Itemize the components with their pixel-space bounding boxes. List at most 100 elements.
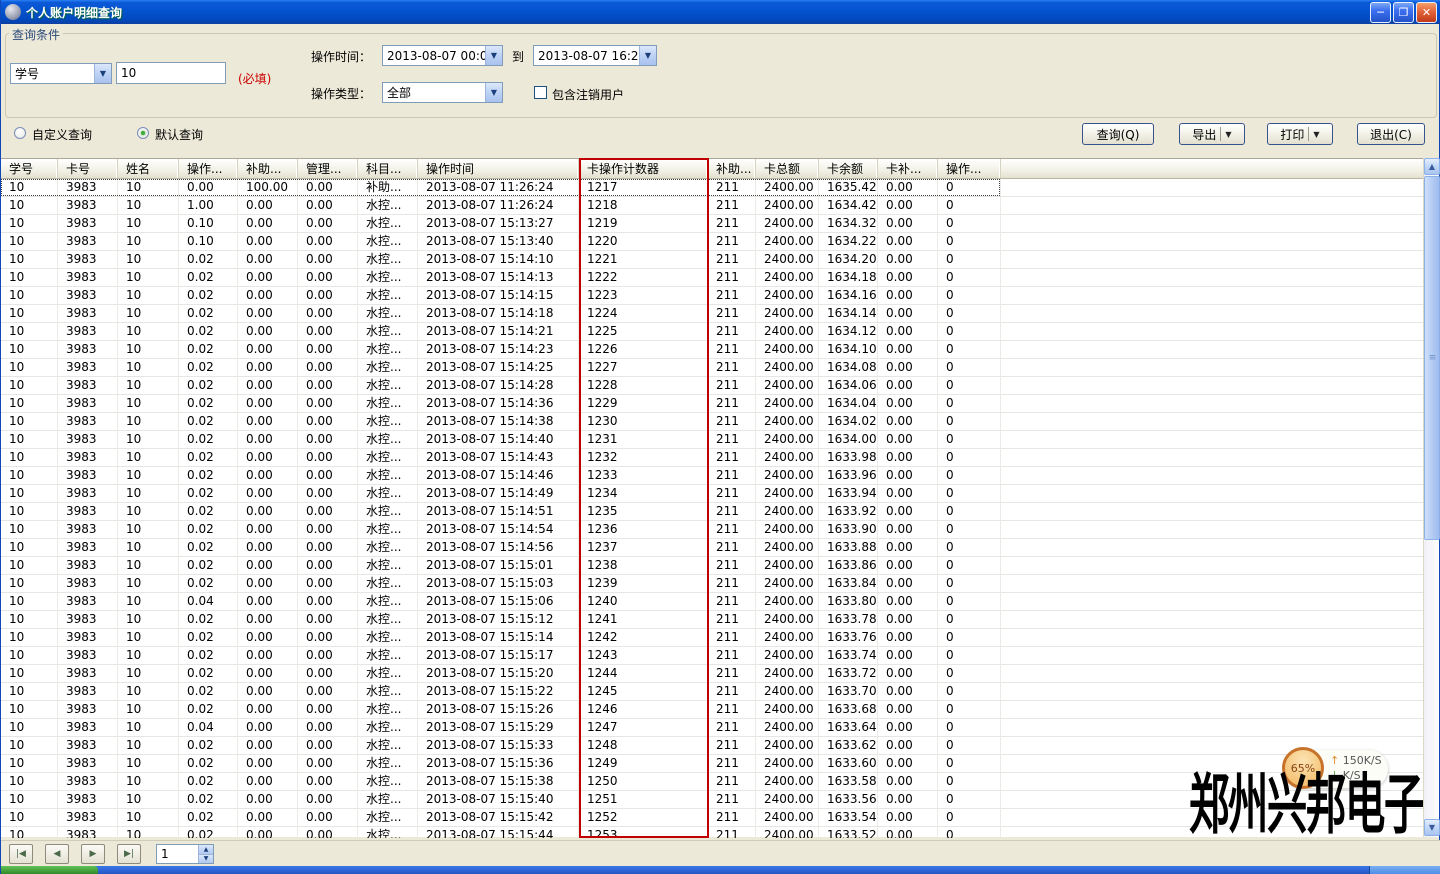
table-row[interactable]: 103983100.020.000.00水控...2013-08-07 15:1… (1, 503, 1425, 521)
table-cell: 1238 (579, 557, 708, 575)
table-cell: 3983 (58, 773, 118, 791)
column-header[interactable]: 操作... (179, 159, 238, 178)
prev-page-button[interactable]: ◀ (45, 844, 69, 864)
column-header[interactable]: 卡总额 (756, 159, 819, 178)
chevron-down-icon[interactable]: ▼ (485, 46, 502, 65)
table-row[interactable]: 103983100.020.000.00水控...2013-08-07 15:1… (1, 701, 1425, 719)
column-header[interactable]: 学号 (1, 159, 58, 178)
page-spinner[interactable]: 1 ▲ ▼ (156, 844, 214, 864)
restore-button[interactable]: ❐ (1393, 2, 1414, 23)
print-button[interactable]: 打印 ▼ (1267, 123, 1333, 145)
table-row[interactable]: 103983100.020.000.00水控...2013-08-07 15:1… (1, 305, 1425, 323)
spin-down-icon[interactable]: ▼ (199, 855, 213, 864)
table-row[interactable]: 103983100.020.000.00水控...2013-08-07 15:1… (1, 665, 1425, 683)
scroll-down-button[interactable]: ▼ (1424, 819, 1440, 836)
table-cell: 0.02 (179, 467, 238, 485)
table-row[interactable]: 103983100.020.000.00水控...2013-08-07 15:1… (1, 647, 1425, 665)
column-header[interactable]: 管理... (298, 159, 358, 178)
table-row[interactable]: 103983100.020.000.00水控...2013-08-07 15:1… (1, 287, 1425, 305)
first-page-button[interactable]: |◀ (9, 844, 33, 864)
chevron-down-icon[interactable]: ▼ (485, 83, 502, 102)
column-header[interactable]: 卡操作计数器 (579, 159, 708, 178)
table-row[interactable]: 103983100.020.000.00水控...2013-08-07 15:1… (1, 683, 1425, 701)
spin-up-icon[interactable]: ▲ (199, 845, 213, 855)
chevron-down-icon[interactable]: ▼ (1313, 130, 1319, 139)
exit-button[interactable]: 退出(C) (1357, 123, 1425, 145)
table-row[interactable]: 103983100.020.000.00水控...2013-08-07 15:1… (1, 377, 1425, 395)
type-combobox[interactable]: 全部 ▼ (382, 82, 503, 103)
column-header[interactable]: 卡号 (58, 159, 118, 178)
table-row[interactable]: 103983100.020.000.00水控...2013-08-07 15:1… (1, 485, 1425, 503)
table-row[interactable]: 103983100.100.000.00水控...2013-08-07 15:1… (1, 233, 1425, 251)
time-from-picker[interactable]: 2013-08-07 00:00 ▼ (382, 45, 503, 66)
column-header-filler (1001, 159, 1425, 178)
column-header[interactable]: 科目... (358, 159, 418, 178)
table-row[interactable]: 103983100.020.000.00水控...2013-08-07 15:1… (1, 341, 1425, 359)
column-header[interactable]: 姓名 (118, 159, 179, 178)
table-row[interactable]: 103983100.020.000.00水控...2013-08-07 15:1… (1, 791, 1425, 809)
table-row[interactable]: 103983100.020.000.00水控...2013-08-07 15:1… (1, 737, 1425, 755)
table-row[interactable]: 103983100.020.000.00水控...2013-08-07 15:1… (1, 827, 1425, 838)
column-header[interactable]: 卡余额 (819, 159, 878, 178)
table-row[interactable]: 103983100.020.000.00水控...2013-08-07 15:1… (1, 755, 1425, 773)
table-cell: 1241 (579, 611, 708, 629)
table-row[interactable]: 103983100.020.000.00水控...2013-08-07 15:1… (1, 359, 1425, 377)
table-cell: 1251 (579, 791, 708, 809)
table-cell: 10 (1, 395, 58, 413)
minimize-button[interactable]: ─ (1370, 2, 1391, 23)
column-header[interactable]: 补助... (708, 159, 756, 178)
chevron-down-icon[interactable]: ▼ (94, 64, 111, 83)
table-row[interactable]: 103983100.020.000.00水控...2013-08-07 15:1… (1, 809, 1425, 827)
table-row[interactable]: 103983100.020.000.00水控...2013-08-07 15:1… (1, 557, 1425, 575)
query-field-value: 学号 (11, 65, 94, 82)
include-cancelled-checkbox[interactable] (534, 86, 547, 99)
export-button[interactable]: 导出 ▼ (1179, 123, 1245, 145)
table-row[interactable]: 103983100.00100.000.00补助...2013-08-07 11… (1, 179, 1425, 197)
column-header[interactable]: 补助... (238, 159, 298, 178)
vertical-scrollbar[interactable]: ▲ ≡ ▼ (1423, 158, 1439, 837)
scroll-up-button[interactable]: ▲ (1424, 158, 1440, 175)
table-cell: 2400.00 (756, 683, 819, 701)
table-cell: 1633.64 (819, 719, 878, 737)
table-row[interactable]: 103983100.020.000.00水控...2013-08-07 15:1… (1, 395, 1425, 413)
default-query-radio[interactable] (137, 127, 149, 139)
table-row[interactable]: 103983100.040.000.00水控...2013-08-07 15:1… (1, 719, 1425, 737)
scrollbar-thumb[interactable]: ≡ (1424, 176, 1440, 540)
next-page-button[interactable]: ▶ (81, 844, 105, 864)
table-row[interactable]: 103983100.020.000.00水控...2013-08-07 15:1… (1, 575, 1425, 593)
table-row[interactable]: 103983101.000.000.00水控...2013-08-07 11:2… (1, 197, 1425, 215)
close-button[interactable]: ✕ (1416, 2, 1437, 23)
table-cell: 2013-08-07 15:15:38 (418, 773, 579, 791)
table-cell: 3983 (58, 395, 118, 413)
table-row[interactable]: 103983100.020.000.00水控...2013-08-07 15:1… (1, 323, 1425, 341)
table-cell: 0.02 (179, 305, 238, 323)
table-row[interactable]: 103983100.020.000.00水控...2013-08-07 15:1… (1, 431, 1425, 449)
table-row[interactable]: 103983100.020.000.00水控...2013-08-07 15:1… (1, 449, 1425, 467)
table-row[interactable]: 103983100.020.000.00水控...2013-08-07 15:1… (1, 467, 1425, 485)
column-header[interactable]: 卡补... (878, 159, 938, 178)
table-row[interactable]: 103983100.020.000.00水控...2013-08-07 15:1… (1, 611, 1425, 629)
memory-percent-badge: 65% (1282, 747, 1324, 789)
table-row[interactable]: 103983100.020.000.00水控...2013-08-07 15:1… (1, 521, 1425, 539)
last-page-button[interactable]: ▶| (117, 844, 141, 864)
column-header[interactable]: 操作... (938, 159, 1001, 178)
query-button[interactable]: 查询(Q) (1082, 123, 1154, 145)
chevron-down-icon[interactable]: ▼ (1225, 130, 1231, 139)
custom-query-radio[interactable] (14, 127, 26, 139)
query-field-combobox[interactable]: 学号 ▼ (10, 63, 112, 84)
column-header[interactable]: 操作时间 (418, 159, 579, 178)
table-row[interactable]: 103983100.020.000.00水控...2013-08-07 15:1… (1, 413, 1425, 431)
speed-monitor-bubble[interactable]: 65% ↑ 150K/S ↓ K/S (1284, 750, 1388, 788)
time-to-picker[interactable]: 2013-08-07 16:21 ▼ (533, 45, 657, 66)
table-row[interactable]: 103983100.020.000.00水控...2013-08-07 15:1… (1, 251, 1425, 269)
table-row[interactable]: 103983100.020.000.00水控...2013-08-07 15:1… (1, 773, 1425, 791)
start-button[interactable] (1, 866, 98, 874)
table-row[interactable]: 103983100.020.000.00水控...2013-08-07 15:1… (1, 539, 1425, 557)
table-row[interactable]: 103983100.100.000.00水控...2013-08-07 15:1… (1, 215, 1425, 233)
table-cell: 10 (1, 269, 58, 287)
table-row[interactable]: 103983100.040.000.00水控...2013-08-07 15:1… (1, 593, 1425, 611)
chevron-down-icon[interactable]: ▼ (639, 46, 656, 65)
table-row[interactable]: 103983100.020.000.00水控...2013-08-07 15:1… (1, 269, 1425, 287)
table-row[interactable]: 103983100.020.000.00水控...2013-08-07 15:1… (1, 629, 1425, 647)
query-value-input[interactable] (116, 62, 226, 84)
